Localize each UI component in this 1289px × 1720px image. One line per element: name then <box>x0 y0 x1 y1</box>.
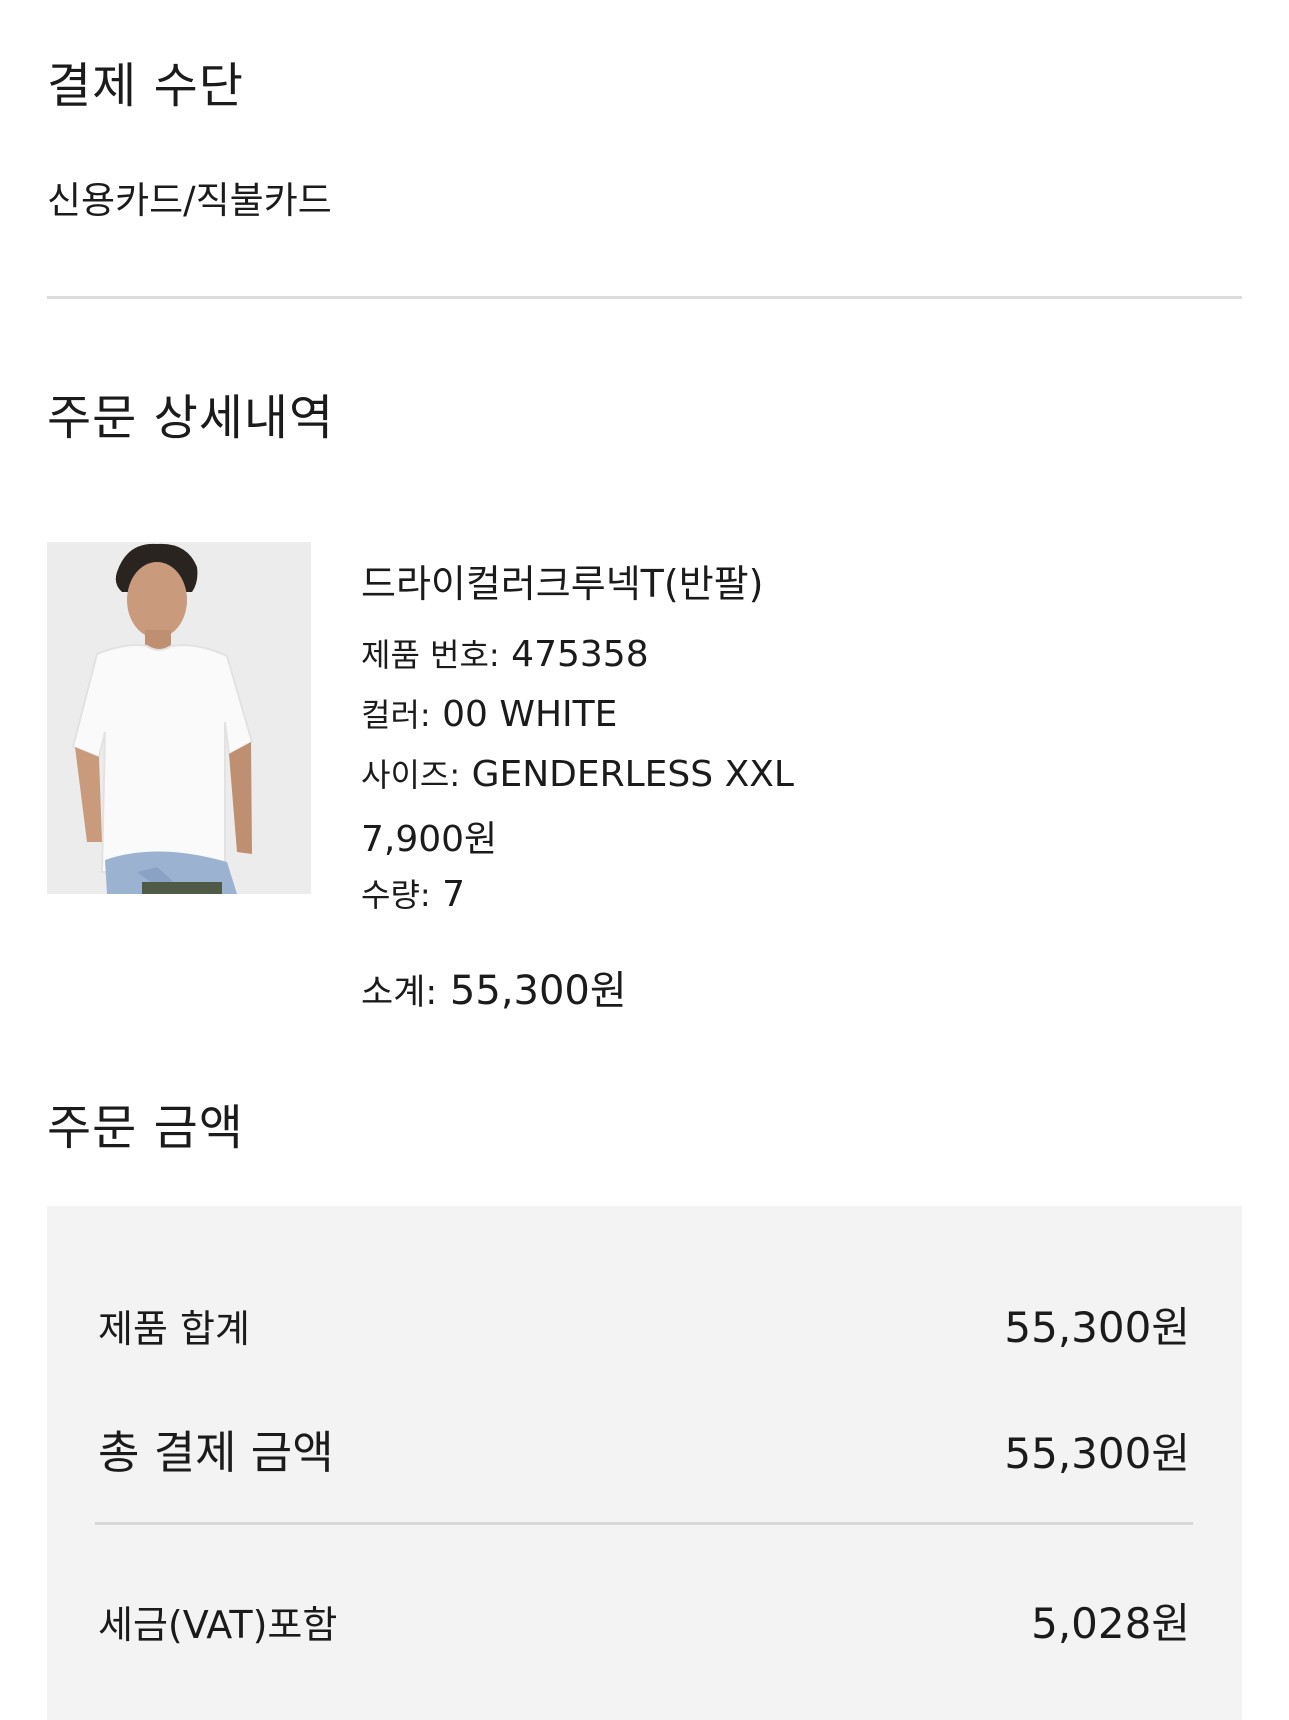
product-quantity-row: 수량: 7 <box>361 870 465 916</box>
product-total-label: 제품 합계 <box>98 1307 250 1351</box>
product-price: 7,900원 <box>361 819 498 860</box>
product-color-label: 컬러: <box>361 696 431 734</box>
product-quantity-label: 수량: <box>361 876 431 914</box>
product-total-row: 제품 합계 55,300원 <box>98 1294 1190 1355</box>
product-subtotal-row: 소계: 55,300원 <box>361 958 627 1016</box>
tax-row: 세금(VAT)포함 5,028원 <box>98 1590 1190 1651</box>
product-name[interactable]: 드라이컬러크루넥T(반팔) <box>361 553 763 608</box>
product-size-label: 사이즈: <box>361 756 461 794</box>
product-color-row: 컬러: 00 WHITE <box>361 690 617 736</box>
grand-total-value: 55,300원 <box>1004 1429 1190 1478</box>
product-image[interactable] <box>47 542 311 894</box>
order-amount-title: 주문 금액 <box>47 1100 244 1156</box>
tax-label: 세금(VAT)포함 <box>98 1603 338 1647</box>
product-number-label: 제품 번호: <box>361 636 500 674</box>
payment-section-title: 결제 수단 <box>47 58 244 114</box>
product-number-row: 제품 번호: 475358 <box>361 630 649 676</box>
payment-method-text: 신용카드/직불카드 <box>47 179 332 222</box>
grand-total-label: 총 결제 금액 <box>98 1426 334 1479</box>
product-subtotal-value: 55,300원 <box>449 968 627 1014</box>
summary-divider <box>95 1522 1193 1525</box>
order-summary-box: 제품 합계 55,300원 총 결제 금액 55,300원 세금(VAT)포함 … <box>47 1206 1242 1720</box>
product-number-value: 475358 <box>511 634 649 675</box>
section-divider <box>47 296 1242 299</box>
tax-value: 5,028원 <box>1031 1599 1190 1648</box>
model-photo-illustration <box>47 542 311 894</box>
product-color-value: 00 WHITE <box>442 694 618 735</box>
product-quantity-value: 7 <box>442 874 466 915</box>
product-size-row: 사이즈: GENDERLESS XXL <box>361 750 794 796</box>
product-size-value: GENDERLESS XXL <box>471 754 794 795</box>
grand-total-row: 총 결제 금액 55,300원 <box>98 1416 1190 1481</box>
product-total-value: 55,300원 <box>1004 1303 1190 1352</box>
product-subtotal-label: 소계: <box>361 973 438 1013</box>
order-detail-title: 주문 상세내역 <box>47 390 335 446</box>
